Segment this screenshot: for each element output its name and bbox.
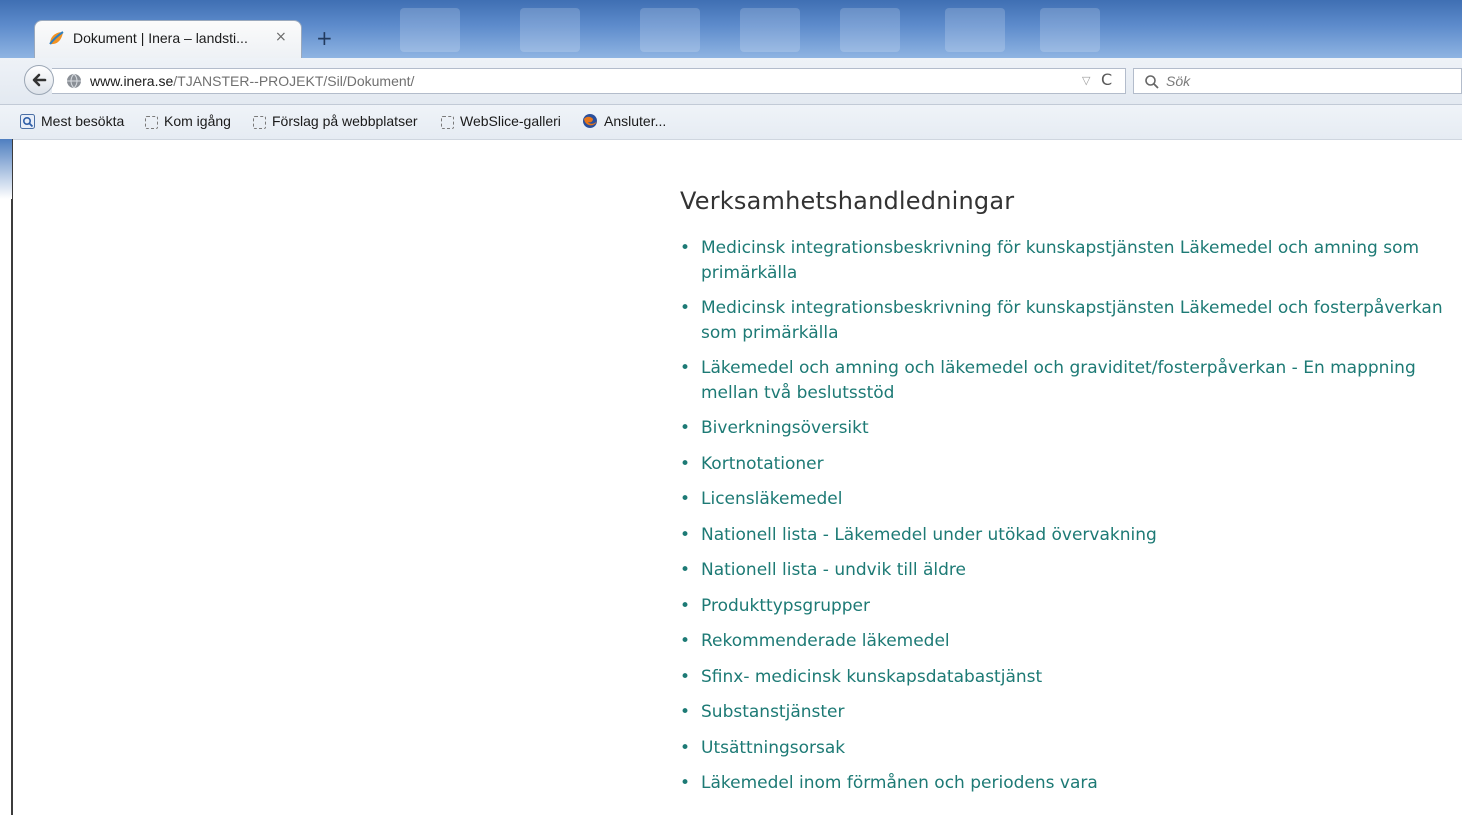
background-decoration [520, 8, 580, 52]
document-link[interactable]: Medicinsk integrationsbeskrivning för ku… [701, 298, 1443, 343]
reload-icon[interactable]: C [1101, 70, 1112, 89]
bullet-icon: • [680, 238, 691, 258]
bookmarks-toolbar: Mest besökta Kom igång Förslag på webbpl… [0, 105, 1462, 140]
bookmark-label: WebSlice-galleri [460, 113, 561, 129]
list-item: • Nationell lista - Läkemedel under utöka… [680, 523, 1460, 548]
list-item: • Medicinsk integrationsbeskrivning för k… [680, 236, 1460, 285]
search-placeholder: Sök [1166, 73, 1191, 89]
bullet-icon: • [680, 358, 691, 378]
bookmark-label: Förslag på webbplatser [272, 113, 418, 129]
background-decoration [945, 8, 1005, 52]
bullet-icon: • [680, 773, 691, 793]
background-decoration [400, 8, 460, 52]
page-icon [253, 116, 266, 129]
document-link[interactable]: Sfinx- medicinsk kunskapsdatabastjänst [701, 667, 1042, 687]
bullet-icon: • [680, 737, 691, 758]
url-text[interactable]: www.inera.se/TJANSTER--PROJEKT/Sil/Dokum… [90, 73, 414, 89]
document-link[interactable]: Substanstjänster [701, 702, 844, 722]
document-link[interactable]: Kortnotationer [701, 454, 824, 474]
list-item: • Läkemedel inom förmånen och periodens v… [680, 771, 1460, 796]
bookmark-forslag-pa-webbplatser[interactable]: Förslag på webbplatser [253, 113, 418, 131]
list-item: • Läkemedel och amning och läkemedel och … [680, 356, 1460, 405]
tab-title: Dokument | Inera – landsti... [73, 30, 248, 46]
list-item: • Licensläkemedel [680, 487, 1460, 512]
bookmark-webslice-galleri[interactable]: WebSlice-galleri [441, 113, 561, 131]
bookmark-kom-igang[interactable]: Kom igång [145, 113, 231, 131]
window-left-border [0, 139, 13, 815]
list-item: • Medicinsk integrationsbeskrivning för k… [680, 296, 1460, 345]
inera-favicon-icon [49, 31, 64, 45]
bookmark-mest-besokta[interactable]: Mest besökta [20, 113, 124, 131]
url-path: /TJANSTER--PROJEKT/Sil/Dokument/ [173, 73, 415, 89]
back-button[interactable] [24, 65, 54, 95]
bullet-icon: • [680, 524, 691, 545]
url-history-dropdown-icon[interactable]: ▽ [1082, 74, 1090, 87]
bullet-icon: • [680, 418, 691, 438]
bullet-icon: • [680, 489, 691, 509]
bookmark-label: Mest besökta [41, 113, 125, 129]
bullet-icon: • [680, 298, 691, 318]
firefox-icon [583, 114, 597, 128]
url-host: www.inera.se [90, 73, 174, 89]
browser-tab-active[interactable]: Dokument | Inera – landsti... × [34, 20, 302, 58]
bullet-icon: • [680, 702, 691, 722]
bullet-icon: • [680, 631, 691, 651]
document-link[interactable]: Produkttypsgrupper [701, 596, 870, 616]
new-tab-button[interactable]: + [316, 26, 333, 50]
bullet-icon: • [680, 595, 691, 616]
back-arrow-icon [32, 73, 47, 87]
window-left-border-accent [0, 139, 12, 199]
list-item: • Substanstjänster [680, 700, 1460, 725]
document-link[interactable]: Nationell lista - Läkemedel under utökad… [701, 525, 1157, 545]
background-decoration [840, 8, 900, 52]
bookmark-label: Ansluter... [604, 113, 667, 129]
document-link[interactable]: Rekommenderade läkemedel [701, 631, 950, 651]
background-decoration [740, 8, 800, 52]
document-link[interactable]: Läkemedel inom förmånen och periodens va… [701, 773, 1098, 793]
globe-icon [67, 73, 81, 89]
document-link[interactable]: Licensläkemedel [701, 489, 842, 509]
tab-strip: Dokument | Inera – landsti... × + [0, 0, 1462, 58]
list-item: • Rekommenderade läkemedel [680, 629, 1460, 654]
search-icon [1145, 75, 1159, 89]
document-link[interactable]: Biverkningsöversikt [701, 418, 869, 438]
search-box[interactable]: Sök [1133, 68, 1462, 94]
navigation-bar: www.inera.se/TJANSTER--PROJEKT/Sil/Dokum… [0, 58, 1462, 105]
page-icon [145, 116, 158, 129]
list-item: • Produkttypsgrupper [680, 594, 1460, 619]
page-title: Verksamhetshandledningar [680, 187, 1015, 215]
page-icon [441, 116, 454, 129]
document-link[interactable]: Utsättningsorsak [701, 738, 845, 758]
document-list: • Medicinsk integrationsbeskrivning för k… [680, 236, 1460, 796]
most-visited-icon [20, 114, 35, 129]
bullet-icon: • [680, 453, 691, 474]
url-bar[interactable]: www.inera.se/TJANSTER--PROJEKT/Sil/Dokum… [52, 68, 1126, 94]
list-item: • Biverkningsöversikt [680, 416, 1460, 441]
background-decoration [1040, 8, 1100, 52]
list-item: • Nationell lista - undvik till äldre [680, 558, 1460, 583]
close-tab-icon[interactable]: × [275, 29, 287, 45]
document-link[interactable]: Nationell lista - undvik till äldre [701, 560, 966, 580]
background-decoration [640, 8, 700, 52]
list-item: • Utsättningsorsak [680, 736, 1460, 761]
bullet-icon: • [680, 666, 691, 687]
bullet-icon: • [680, 560, 691, 580]
bookmark-ansluter[interactable]: Ansluter... [582, 113, 666, 131]
document-link[interactable]: Läkemedel och amning och läkemedel och g… [701, 358, 1416, 403]
bookmark-label: Kom igång [164, 113, 231, 129]
list-item: • Sfinx- medicinsk kunskapsdatabastjänst [680, 665, 1460, 690]
list-item: • Kortnotationer [680, 452, 1460, 477]
document-link[interactable]: Medicinsk integrationsbeskrivning för ku… [701, 238, 1419, 283]
main-content: Verksamhetshandledningar • Medicinsk inte… [680, 184, 1460, 807]
